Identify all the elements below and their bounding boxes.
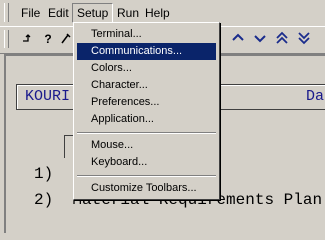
- menubar-grip[interactable]: [4, 3, 9, 22]
- toolbar-grip[interactable]: [4, 30, 9, 48]
- menu-run[interactable]: Run: [113, 4, 143, 22]
- page-up-icon[interactable]: [274, 31, 290, 47]
- menu-separator: [77, 175, 216, 177]
- menu-item-keyboard[interactable]: Keyboard...: [77, 154, 216, 171]
- menu-separator: [77, 132, 216, 134]
- screen-title-right: Da: [306, 88, 325, 105]
- menu-item-preferences[interactable]: Preferences...: [77, 94, 216, 111]
- setup-dropdown-menu: Terminal... Communications... Colors... …: [73, 22, 220, 200]
- menu-help[interactable]: Help: [141, 4, 174, 22]
- menu-setup[interactable]: Setup: [72, 3, 114, 23]
- terminal-emulator-window: File Edit Setup Run Help ? KOURI Da 1) M…: [0, 0, 325, 233]
- menu-item-terminal[interactable]: Terminal...: [77, 26, 216, 43]
- menu-item-customize-toolbars[interactable]: Customize Toolbars...: [77, 180, 216, 197]
- connect-icon[interactable]: [20, 31, 36, 47]
- page-down-icon[interactable]: [296, 31, 312, 47]
- menu-item-communications[interactable]: Communications...: [77, 43, 216, 60]
- help-icon[interactable]: ?: [40, 31, 56, 47]
- menu-item-application[interactable]: Application...: [77, 111, 216, 128]
- screen-title-left: KOURI: [25, 88, 71, 105]
- menu-file[interactable]: File: [17, 4, 44, 22]
- menu-edit[interactable]: Edit: [44, 4, 73, 22]
- tool-icon[interactable]: [58, 31, 74, 47]
- menu-item-character[interactable]: Character...: [77, 77, 216, 94]
- arrow-up-icon[interactable]: [230, 31, 246, 47]
- menu-item-mouse[interactable]: Mouse...: [77, 137, 216, 154]
- menu-item-colors[interactable]: Colors...: [77, 60, 216, 77]
- arrow-down-icon[interactable]: [252, 31, 268, 47]
